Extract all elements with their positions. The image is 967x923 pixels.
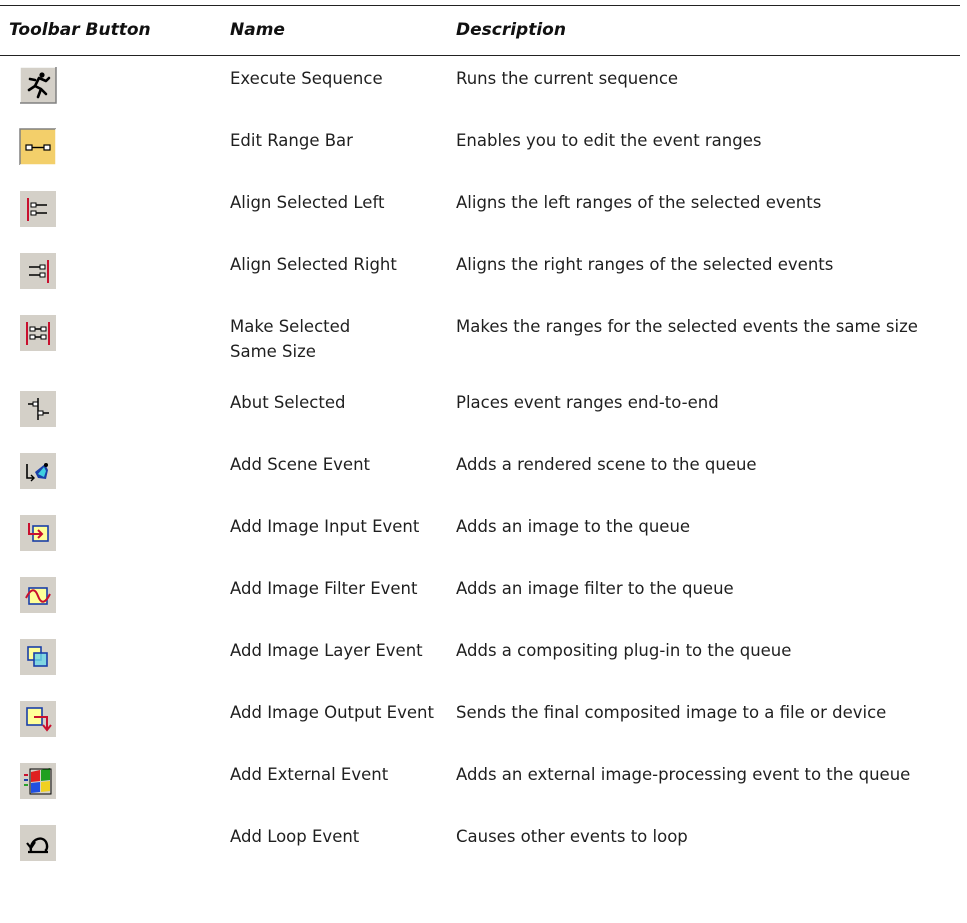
- row-name: Execute Sequence: [230, 69, 383, 88]
- row-name: Add Image Layer Event: [230, 641, 423, 660]
- execute-sequence-icon: [19, 66, 57, 104]
- row-name-line-1: Make Selected: [230, 317, 351, 336]
- row-description: Runs the current sequence: [456, 69, 679, 88]
- row-description: Aligns the right ranges of the selected …: [456, 255, 834, 274]
- add-image-input-event-icon: [19, 514, 57, 552]
- row-description: Aligns the left ranges of the selected e…: [456, 193, 822, 212]
- row-description: Enables you to edit the event ranges: [456, 131, 762, 150]
- row-description: Adds an external image-processing event …: [456, 765, 911, 784]
- align-selected-left-icon: [19, 190, 57, 228]
- row-description: Sends the final composited image to a fi…: [456, 703, 887, 722]
- row-description: Places event ranges end-to-end: [456, 393, 719, 412]
- align-selected-right-icon: [19, 252, 57, 290]
- add-image-filter-event-icon: [19, 576, 57, 614]
- row-description: Adds an image to the queue: [456, 517, 691, 536]
- row-description: Causes other events to loop: [456, 827, 688, 846]
- add-loop-event-icon: [19, 824, 57, 862]
- row-name: Add Image Output Event: [230, 703, 434, 722]
- column-header-toolbar-button: Toolbar Button: [9, 20, 151, 40]
- table-top-rule: [0, 5, 960, 6]
- row-name: Abut Selected: [230, 393, 346, 412]
- row-name: Add Image Filter Event: [230, 579, 418, 598]
- edit-range-bar-icon: [19, 128, 57, 166]
- header-rule: [0, 55, 960, 56]
- row-name: Make Selected Same Size: [230, 314, 450, 364]
- row-name: Align Selected Right: [230, 255, 397, 274]
- row-description: Adds a compositing plug-in to the queue: [456, 641, 792, 660]
- row-description: Adds a rendered scene to the queue: [456, 455, 757, 474]
- row-name: Align Selected Left: [230, 193, 385, 212]
- row-name-line-2: Same Size: [230, 342, 316, 361]
- row-name: Add Loop Event: [230, 827, 360, 846]
- abut-selected-icon: [19, 390, 57, 428]
- column-header-description: Description: [456, 20, 566, 40]
- row-name: Add Scene Event: [230, 455, 371, 474]
- row-description: Makes the ranges for the selected events…: [456, 317, 918, 336]
- column-header-name: Name: [230, 20, 285, 40]
- add-image-output-event-icon: [19, 700, 57, 738]
- add-scene-event-icon: [19, 452, 57, 490]
- row-name: Edit Range Bar: [230, 131, 353, 150]
- row-name: Add Image Input Event: [230, 517, 420, 536]
- add-external-event-icon: [19, 762, 57, 800]
- add-image-layer-event-icon: [19, 638, 57, 676]
- make-selected-same-size-icon: [19, 314, 57, 352]
- row-description: Adds an image filter to the queue: [456, 579, 734, 598]
- row-name: Add External Event: [230, 765, 389, 784]
